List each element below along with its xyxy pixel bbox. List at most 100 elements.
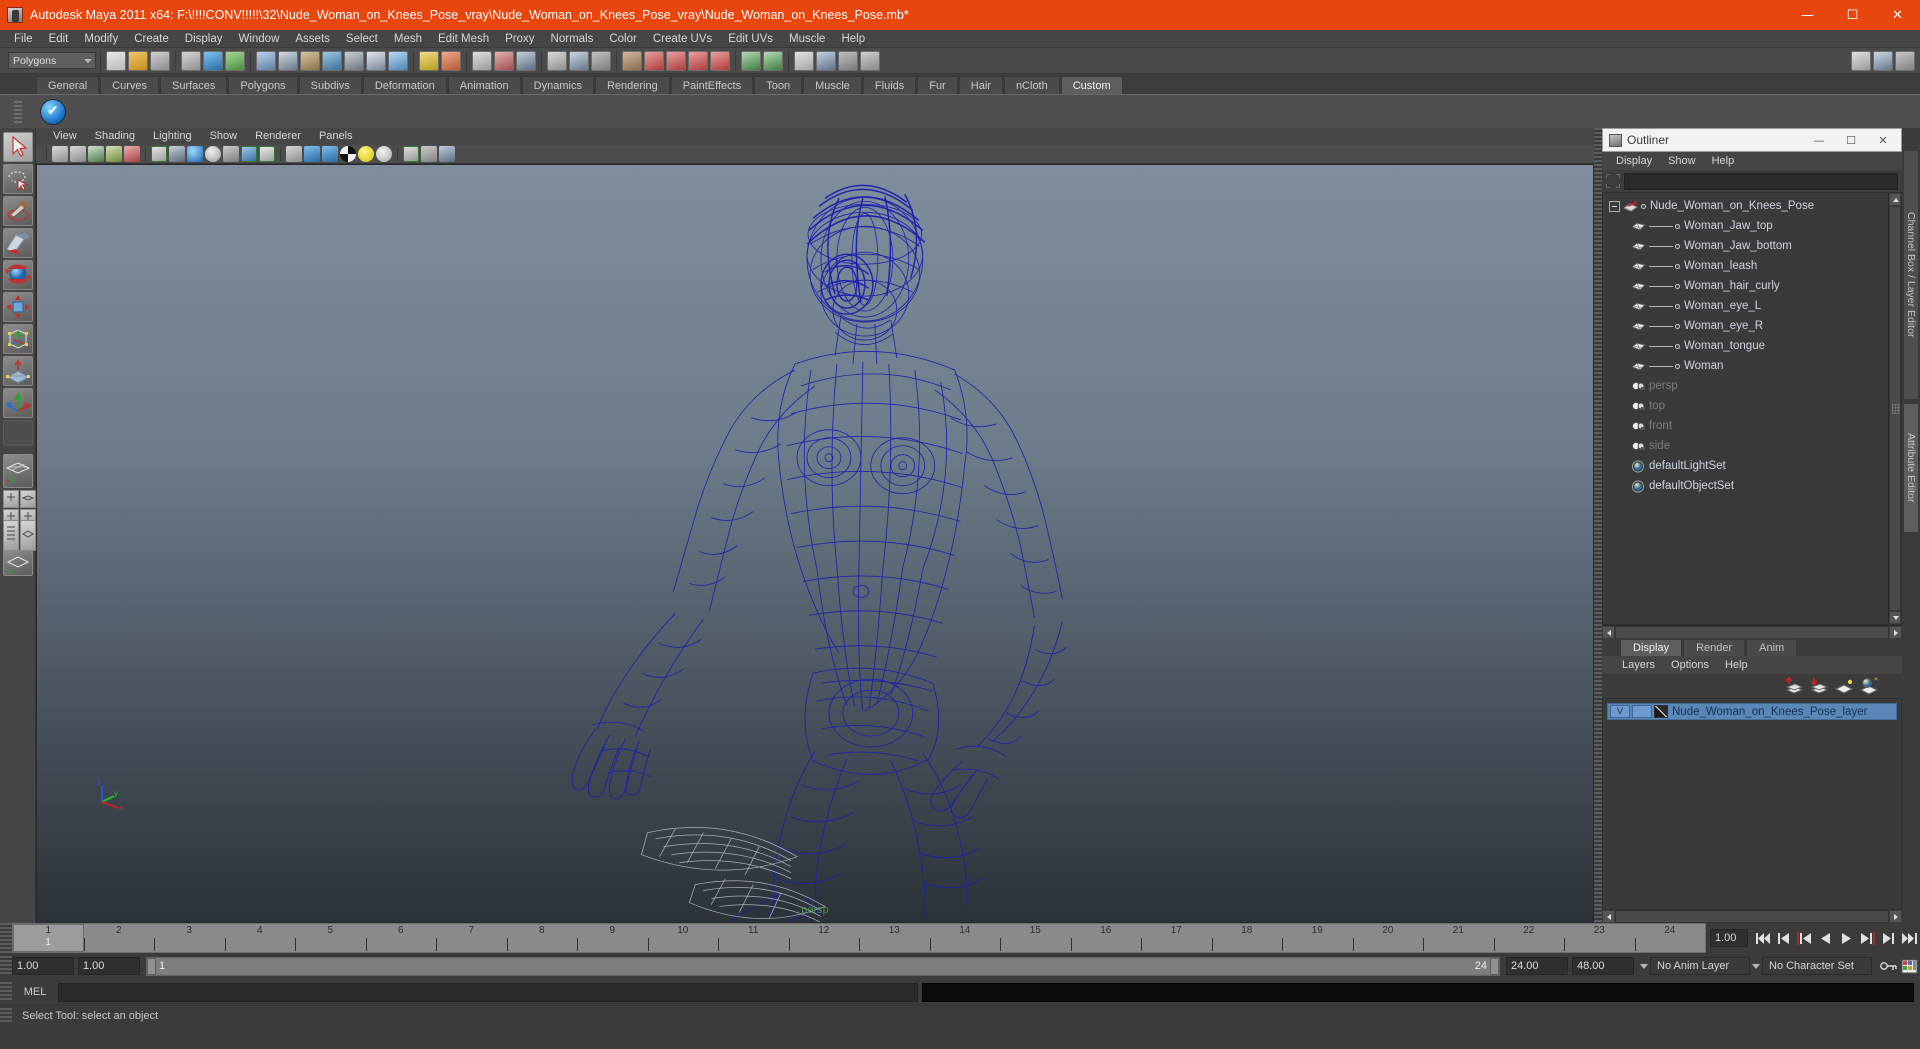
select-by-component-type-icon[interactable] bbox=[225, 51, 245, 71]
step-back-key-icon[interactable] bbox=[1795, 929, 1814, 948]
tab-display[interactable]: Display bbox=[1620, 639, 1682, 656]
shelf-grip[interactable] bbox=[14, 101, 22, 123]
gamma-icon[interactable] bbox=[358, 146, 374, 162]
layer-list[interactable]: V Nude_Woman_on_Knees_Pose_layer bbox=[1602, 698, 1902, 910]
anim-start-field[interactable]: 1.00 bbox=[12, 957, 74, 975]
statusbar-grip[interactable] bbox=[0, 1008, 12, 1024]
step-forward-key-icon[interactable] bbox=[1858, 929, 1877, 948]
menu-create-uvs[interactable]: Create UVs bbox=[645, 30, 720, 48]
shelf-tab-rendering[interactable]: Rendering bbox=[595, 76, 670, 94]
show-manipulator-tool[interactable] bbox=[3, 388, 33, 418]
toggle-snap-icon[interactable] bbox=[622, 51, 642, 71]
shelf-tab-muscle[interactable]: Muscle bbox=[803, 76, 862, 94]
magnet-snap-3-icon[interactable] bbox=[688, 51, 708, 71]
shelf-tab-animation[interactable]: Animation bbox=[448, 76, 521, 94]
list-item[interactable]: front bbox=[1603, 416, 1888, 436]
bookmark-icon[interactable] bbox=[88, 146, 104, 162]
select-tool[interactable] bbox=[3, 132, 33, 162]
layer-menu-help[interactable]: Help bbox=[1717, 656, 1756, 674]
shelf-tab-custom[interactable]: Custom bbox=[1061, 76, 1123, 94]
persp-graph-layout[interactable] bbox=[3, 550, 33, 576]
shadows-icon[interactable] bbox=[241, 146, 257, 162]
shelf-tab-subdivs[interactable]: Subdivs bbox=[299, 76, 362, 94]
smooth-shade-all-icon[interactable] bbox=[169, 146, 185, 162]
scroll-left-icon[interactable] bbox=[1602, 910, 1615, 923]
list-item[interactable]: Woman_eye_R bbox=[1603, 316, 1888, 336]
chevron-down-icon[interactable] bbox=[1638, 957, 1650, 975]
new-scene-icon[interactable] bbox=[106, 51, 126, 71]
shelf-tab-dynamics[interactable]: Dynamics bbox=[522, 76, 594, 94]
menu-modify[interactable]: Modify bbox=[76, 30, 126, 48]
layer-playback-toggle[interactable] bbox=[1632, 705, 1652, 718]
last-tool-used[interactable] bbox=[3, 420, 33, 446]
list-item[interactable]: Woman_leash bbox=[1603, 256, 1888, 276]
save-scene-icon[interactable] bbox=[150, 51, 170, 71]
scroll-thumb[interactable] bbox=[1890, 207, 1900, 610]
layer-name[interactable]: Nude_Woman_on_Knees_Pose_layer bbox=[1672, 706, 1867, 718]
close-button[interactable]: ✕ bbox=[1875, 0, 1920, 30]
outliner-menu-show[interactable]: Show bbox=[1660, 152, 1704, 170]
current-time-field[interactable]: 1.00 bbox=[1710, 929, 1748, 947]
outliner-close-button[interactable]: ✕ bbox=[1867, 129, 1899, 151]
magnet-snap-icon[interactable] bbox=[644, 51, 664, 71]
menu-help[interactable]: Help bbox=[833, 30, 873, 48]
textured-icon[interactable] bbox=[259, 146, 275, 162]
range-slider-grip[interactable] bbox=[0, 956, 12, 976]
animation-prefs-icon[interactable] bbox=[1900, 957, 1919, 976]
outliner-maximize-button[interactable]: ☐ bbox=[1835, 129, 1867, 151]
open-render-view-icon[interactable] bbox=[547, 51, 567, 71]
perspective-viewport[interactable]: z y x persp bbox=[36, 164, 1594, 923]
hypershade-icon[interactable] bbox=[494, 51, 514, 71]
list-item[interactable]: defaultObjectSet bbox=[1603, 476, 1888, 496]
four-view-layout[interactable] bbox=[3, 490, 33, 518]
scroll-up-icon[interactable] bbox=[1889, 193, 1901, 206]
menu-select[interactable]: Select bbox=[338, 30, 386, 48]
wireframe-mesh[interactable] bbox=[37, 165, 1593, 922]
menu-create[interactable]: Create bbox=[126, 30, 177, 48]
list-item[interactable]: top bbox=[1603, 396, 1888, 416]
viewport-menu-panels[interactable]: Panels bbox=[310, 128, 362, 145]
camera-attributes-icon[interactable] bbox=[70, 146, 86, 162]
menu-edit-uvs[interactable]: Edit UVs bbox=[720, 30, 781, 48]
command-output-field[interactable] bbox=[922, 983, 1914, 1002]
menu-edit-mesh[interactable]: Edit Mesh bbox=[430, 30, 497, 48]
create-empty-layer-icon[interactable] bbox=[1783, 676, 1805, 696]
shelf-tab-toon[interactable]: Toon bbox=[754, 76, 802, 94]
magnet-snap-4-icon[interactable] bbox=[710, 51, 730, 71]
paint-select-tool[interactable] bbox=[3, 196, 33, 226]
list-item[interactable]: Nude_Woman_on_Knees_Pose bbox=[1603, 196, 1888, 216]
menu-proxy[interactable]: Proxy bbox=[497, 30, 542, 48]
layer-visibility-toggle[interactable]: V bbox=[1610, 705, 1630, 718]
wireframe-icon[interactable] bbox=[151, 146, 167, 162]
minimize-button[interactable]: — bbox=[1785, 0, 1830, 30]
shelf-tab-ncloth[interactable]: nCloth bbox=[1004, 76, 1060, 94]
go-to-start-icon[interactable] bbox=[1753, 929, 1772, 948]
collapse-icon[interactable] bbox=[1609, 201, 1620, 212]
snap-to-grid-icon[interactable] bbox=[256, 51, 276, 71]
redo-render-icon[interactable] bbox=[569, 51, 589, 71]
tab-render[interactable]: Render bbox=[1683, 639, 1745, 656]
menu-edit[interactable]: Edit bbox=[41, 30, 77, 48]
open-scene-icon[interactable] bbox=[128, 51, 148, 71]
shelf-tab-deformation[interactable]: Deformation bbox=[363, 76, 447, 94]
shelf-tab-painteffects[interactable]: PaintEffects bbox=[671, 76, 754, 94]
rotate-tool[interactable] bbox=[3, 260, 33, 290]
move-tool[interactable] bbox=[3, 228, 33, 258]
layer-color-swatch[interactable] bbox=[1654, 705, 1668, 718]
play-forwards-icon[interactable] bbox=[1837, 929, 1856, 948]
hardware-texturing-icon[interactable] bbox=[187, 146, 203, 162]
scroll-thumb-horizontal[interactable] bbox=[1616, 911, 1888, 922]
list-item[interactable]: Woman_eye_L bbox=[1603, 296, 1888, 316]
key-icon[interactable] bbox=[1879, 957, 1898, 976]
menu-file[interactable]: File bbox=[6, 30, 41, 48]
twopoint-icon[interactable] bbox=[124, 146, 140, 162]
outliner-persp-layout[interactable] bbox=[3, 520, 33, 548]
search-input[interactable] bbox=[1624, 173, 1898, 190]
command-input[interactable] bbox=[58, 983, 918, 1002]
list-item[interactable]: Woman_hair_curly bbox=[1603, 276, 1888, 296]
range-end-handle[interactable] bbox=[1490, 958, 1499, 975]
shelf-tab-polygons[interactable]: Polygons bbox=[228, 76, 297, 94]
use-all-lights-icon[interactable] bbox=[205, 146, 221, 162]
render-current-frame-icon[interactable] bbox=[419, 51, 439, 71]
step-back-frame-icon[interactable] bbox=[1774, 929, 1793, 948]
